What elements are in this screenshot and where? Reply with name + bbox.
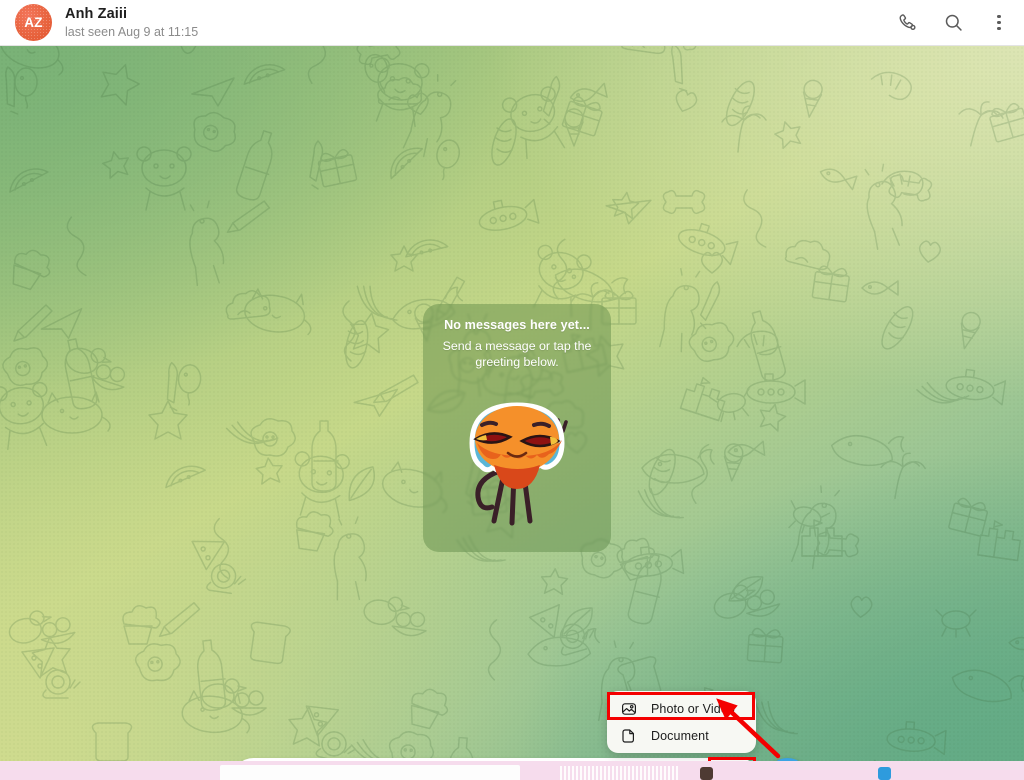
header-actions <box>896 12 1010 34</box>
contact-info[interactable]: Anh Zaiii last seen Aug 9 at 11:15 <box>65 6 198 39</box>
chat-canvas: No messages here yet... Send a message o… <box>0 46 1024 761</box>
attachment-menu: Photo or Video Document <box>607 691 756 753</box>
waving-orange-jellyfish-sticker[interactable] <box>442 381 592 531</box>
attach-menu-item-document[interactable]: Document <box>607 722 756 749</box>
attach-menu-item-photo-or-video[interactable]: Photo or Video <box>607 695 756 722</box>
taskbar-sliver <box>0 761 1024 780</box>
attach-menu-label: Photo or Video <box>651 701 735 716</box>
call-icon[interactable] <box>896 12 918 34</box>
empty-chat-bubble: No messages here yet... Send a message o… <box>423 304 611 552</box>
menu-dot <box>997 20 1001 25</box>
empty-chat-title: No messages here yet... <box>444 318 590 332</box>
attach-menu-label: Document <box>651 728 709 743</box>
contact-status: last seen Aug 9 at 11:15 <box>65 24 199 39</box>
menu-dot <box>997 27 1001 31</box>
more-menu-icon[interactable] <box>988 12 1010 34</box>
chat-header: AZ Anh Zaiii last seen Aug 9 at 11:15 <box>0 0 1024 46</box>
document-icon <box>620 728 638 744</box>
contact-name: Anh Zaiii <box>65 5 128 22</box>
taskbar-texture <box>560 766 680 780</box>
empty-chat-subtitle: Send a message or tap the greeting below… <box>442 339 592 370</box>
telegram-chat-window: AZ Anh Zaiii last seen Aug 9 at 11:15 No… <box>0 0 1024 780</box>
taskbar-app-icon[interactable] <box>878 767 891 780</box>
taskbar-app-icon[interactable] <box>700 767 713 780</box>
menu-dot <box>997 14 1001 18</box>
avatar[interactable]: AZ <box>15 4 52 41</box>
taskbar-window-fragment <box>220 765 520 780</box>
avatar-initials: AZ <box>24 15 43 30</box>
photo-icon <box>620 701 638 717</box>
search-icon[interactable] <box>942 12 964 34</box>
